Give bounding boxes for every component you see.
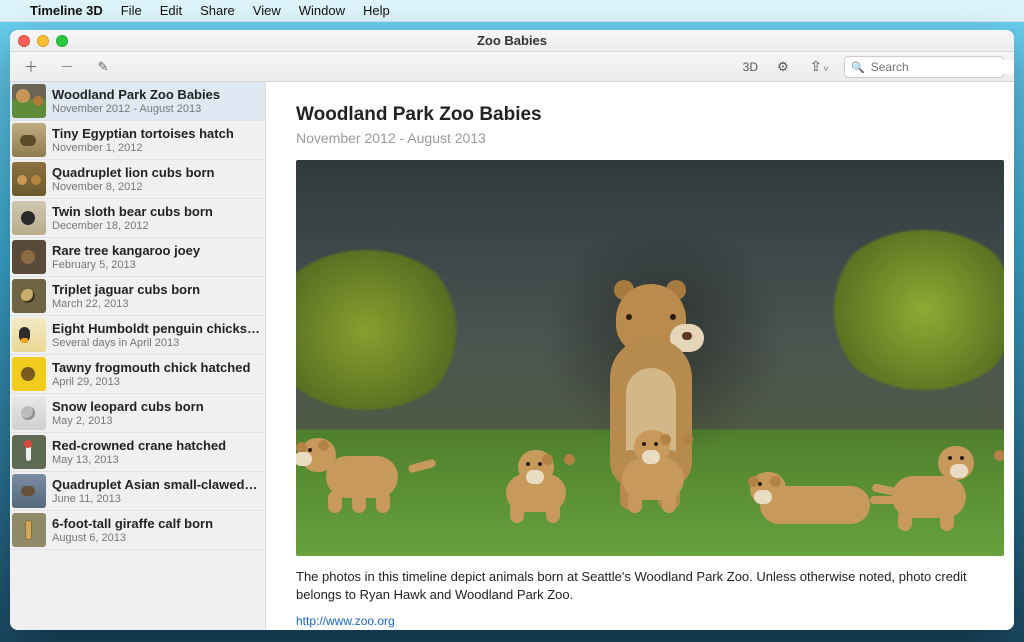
sidebar-item-title: Eight Humboldt penguin chicks hatched: [52, 321, 261, 336]
cub-illustration: [606, 420, 702, 510]
add-event-button[interactable]: [20, 56, 42, 78]
sidebar-item-thumb: [12, 162, 46, 196]
sidebar-item-title: Triplet jaguar cubs born: [52, 282, 200, 297]
sidebar-item-text: Tawny frogmouth chick hatchedApril 29, 2…: [52, 360, 250, 388]
sidebar-item[interactable]: Tiny Egyptian tortoises hatchNovember 1,…: [10, 121, 265, 160]
sidebar-item-text: Woodland Park Zoo BabiesNovember 2012 - …: [52, 87, 220, 115]
settings-button[interactable]: [772, 56, 794, 78]
search-input[interactable]: [871, 60, 1014, 74]
sidebar-item[interactable]: Red-crowned crane hatchedMay 13, 2013: [10, 433, 265, 472]
menu-file[interactable]: File: [121, 3, 142, 18]
menu-window[interactable]: Window: [299, 3, 345, 18]
edit-event-button[interactable]: [92, 56, 114, 78]
sidebar-item-title: Quadruplet lion cubs born: [52, 165, 215, 180]
sidebar-item-date: November 1, 2012: [52, 142, 234, 154]
sidebar-item-date: February 5, 2013: [52, 259, 200, 271]
sidebar-item-text: Red-crowned crane hatchedMay 13, 2013: [52, 438, 226, 466]
window-minimize-button[interactable]: [37, 35, 49, 47]
event-list-sidebar[interactable]: Woodland Park Zoo BabiesNovember 2012 - …: [10, 82, 266, 630]
sidebar-item-text: Tiny Egyptian tortoises hatchNovember 1,…: [52, 126, 234, 154]
sidebar-item-date: April 29, 2013: [52, 376, 250, 388]
sidebar-item[interactable]: Tawny frogmouth chick hatchedApril 29, 2…: [10, 355, 265, 394]
sidebar-item-text: 6-foot-tall giraffe calf bornAugust 6, 2…: [52, 516, 213, 544]
sidebar-item-date: November 2012 - August 2013: [52, 103, 220, 115]
menu-help[interactable]: Help: [363, 3, 390, 18]
menu-edit[interactable]: Edit: [160, 3, 182, 18]
app-name[interactable]: Timeline 3D: [30, 3, 103, 18]
sidebar-item[interactable]: Quadruplet Asian small-clawed otter p…Ju…: [10, 472, 265, 511]
sidebar-item-date: November 8, 2012: [52, 181, 215, 193]
sidebar-item-title: Twin sloth bear cubs born: [52, 204, 213, 219]
detail-title: Woodland Park Zoo Babies: [296, 104, 990, 126]
sidebar-item-date: Several days in April 2013: [52, 337, 261, 349]
sidebar-item-title: Red-crowned crane hatched: [52, 438, 226, 453]
search-field[interactable]: [844, 56, 1004, 78]
detail-photo: [296, 160, 1004, 556]
sidebar-item-thumb: [12, 396, 46, 430]
sidebar-item[interactable]: Eight Humboldt penguin chicks hatchedSev…: [10, 316, 265, 355]
window-title: Zoo Babies: [477, 33, 547, 48]
sidebar-item-thumb: [12, 279, 46, 313]
window-close-button[interactable]: [18, 35, 30, 47]
cub-illustration: [306, 430, 416, 510]
sidebar-item[interactable]: Woodland Park Zoo BabiesNovember 2012 - …: [10, 82, 265, 121]
sidebar-item[interactable]: Snow leopard cubs bornMay 2, 2013: [10, 394, 265, 433]
sidebar-item-title: Snow leopard cubs born: [52, 399, 204, 414]
detail-caption: The photos in this timeline depict anima…: [296, 568, 990, 604]
window-titlebar: Zoo Babies: [10, 30, 1014, 52]
sidebar-item-text: Eight Humboldt penguin chicks hatchedSev…: [52, 321, 261, 349]
sidebar-item[interactable]: Twin sloth bear cubs bornDecember 18, 20…: [10, 199, 265, 238]
sidebar-item-text: Rare tree kangaroo joeyFebruary 5, 2013: [52, 243, 200, 271]
sidebar-item-thumb: [12, 240, 46, 274]
sidebar-item-thumb: [12, 201, 46, 235]
sidebar-item-date: May 13, 2013: [52, 454, 226, 466]
detail-pane: Woodland Park Zoo Babies November 2012 -…: [266, 82, 1014, 630]
app-window: Zoo Babies 3D Woodland Park Zoo BabiesNo…: [10, 30, 1014, 630]
search-icon: [851, 60, 865, 74]
toolbar: 3D: [10, 52, 1014, 82]
system-menubar: Timeline 3D File Edit Share View Window …: [0, 0, 1024, 22]
share-button[interactable]: [808, 56, 830, 78]
remove-event-button[interactable]: [56, 56, 78, 78]
sidebar-item-thumb: [12, 474, 46, 508]
cub-illustration: [750, 462, 890, 532]
menu-view[interactable]: View: [253, 3, 281, 18]
sidebar-item-date: June 11, 2013: [52, 493, 261, 505]
sidebar-item-text: Quadruplet lion cubs bornNovember 8, 201…: [52, 165, 215, 193]
sidebar-item-text: Snow leopard cubs bornMay 2, 2013: [52, 399, 204, 427]
sidebar-item-date: August 6, 2013: [52, 532, 213, 544]
sidebar-item-title: 6-foot-tall giraffe calf born: [52, 516, 213, 531]
sidebar-item[interactable]: Triplet jaguar cubs bornMarch 22, 2013: [10, 277, 265, 316]
detail-date-range: November 2012 - August 2013: [296, 130, 990, 146]
sidebar-item-text: Quadruplet Asian small-clawed otter p…Ju…: [52, 477, 261, 505]
traffic-lights: [18, 35, 68, 47]
sidebar-item-title: Quadruplet Asian small-clawed otter p…: [52, 477, 261, 492]
sidebar-item-thumb: [12, 318, 46, 352]
sidebar-item-title: Tawny frogmouth chick hatched: [52, 360, 250, 375]
sidebar-item-title: Tiny Egyptian tortoises hatch: [52, 126, 234, 141]
sidebar-item-thumb: [12, 123, 46, 157]
cub-illustration: [880, 442, 990, 528]
sidebar-item-text: Twin sloth bear cubs bornDecember 18, 20…: [52, 204, 213, 232]
detail-source-link[interactable]: http://www.zoo.org: [296, 614, 990, 628]
sidebar-item-date: March 22, 2013: [52, 298, 200, 310]
sidebar-item-date: May 2, 2013: [52, 415, 204, 427]
share-icon: [810, 58, 822, 75]
sidebar-item-title: Woodland Park Zoo Babies: [52, 87, 220, 102]
sidebar-item-thumb: [12, 84, 46, 118]
sidebar-item-title: Rare tree kangaroo joey: [52, 243, 200, 258]
sidebar-item[interactable]: 6-foot-tall giraffe calf bornAugust 6, 2…: [10, 511, 265, 550]
sidebar-item-thumb: [12, 357, 46, 391]
sidebar-item-thumb: [12, 435, 46, 469]
view-3d-button[interactable]: 3D: [743, 60, 758, 74]
sidebar-item[interactable]: Quadruplet lion cubs bornNovember 8, 201…: [10, 160, 265, 199]
window-zoom-button[interactable]: [56, 35, 68, 47]
sidebar-item[interactable]: Rare tree kangaroo joeyFebruary 5, 2013: [10, 238, 265, 277]
menu-share[interactable]: Share: [200, 3, 235, 18]
sidebar-item-text: Triplet jaguar cubs bornMarch 22, 2013: [52, 282, 200, 310]
sidebar-item-thumb: [12, 513, 46, 547]
content-area: Woodland Park Zoo BabiesNovember 2012 - …: [10, 82, 1014, 630]
sidebar-item-date: December 18, 2012: [52, 220, 213, 232]
cub-illustration: [492, 448, 586, 520]
